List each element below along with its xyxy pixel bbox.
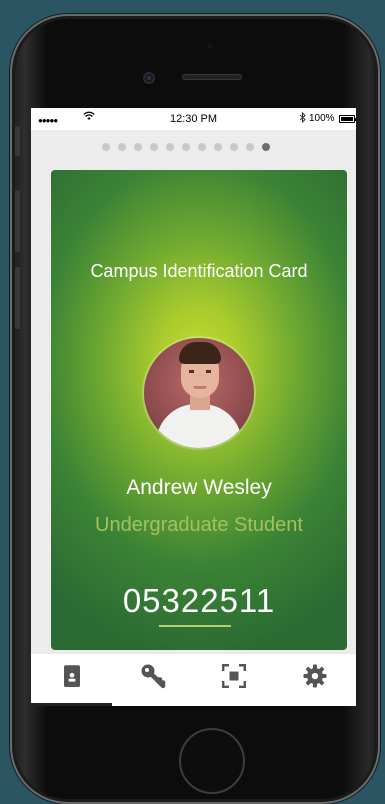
home-button[interactable] — [179, 728, 245, 794]
volume-down-button — [15, 267, 20, 329]
tab-bar — [31, 654, 356, 706]
front-camera — [143, 72, 155, 84]
battery-icon — [339, 115, 356, 123]
page-dot[interactable] — [198, 143, 206, 151]
page-indicator[interactable] — [102, 143, 270, 151]
key-icon — [140, 663, 166, 694]
bluetooth-icon — [299, 111, 306, 126]
battery-percentage: 100% — [309, 113, 335, 124]
id-underline — [159, 625, 231, 627]
id-card: Campus Identification Card Andrew Wesley… — [51, 170, 347, 650]
tab-settings[interactable] — [275, 654, 356, 706]
tab-keys[interactable] — [112, 654, 193, 706]
volume-up-button — [15, 190, 20, 252]
tab-id-card[interactable] — [31, 654, 113, 706]
proximity-sensor — [207, 44, 212, 49]
id-number: 05322511 — [122, 582, 276, 619]
gear-icon — [303, 664, 327, 693]
clock: 12:30 PM — [169, 113, 218, 125]
mute-switch — [15, 126, 20, 156]
id-card-icon — [63, 665, 80, 692]
page-dot[interactable] — [166, 143, 174, 151]
earpiece-speaker — [182, 74, 242, 80]
page-dot[interactable] — [150, 143, 158, 151]
tab-scan[interactable] — [194, 654, 275, 706]
student-role: Undergraduate Student — [95, 514, 303, 536]
scan-icon — [221, 663, 247, 693]
page-dot[interactable] — [246, 143, 254, 151]
page-dot[interactable] — [182, 143, 190, 151]
page-dot[interactable] — [230, 143, 238, 151]
page-dot[interactable] — [118, 143, 126, 151]
page-dot[interactable] — [214, 143, 222, 151]
student-name: Andrew Wesley — [126, 476, 272, 499]
card-title: Campus Identification Card — [90, 261, 308, 281]
page-dot[interactable] — [262, 143, 270, 151]
screen: ●●●●● 12:30 PM 100% Campus Identificatio… — [31, 108, 356, 706]
status-bar: ●●●●● 12:30 PM 100% — [31, 108, 356, 130]
page-dot[interactable] — [102, 143, 110, 151]
avatar — [144, 338, 254, 448]
page-dot[interactable] — [134, 143, 142, 151]
